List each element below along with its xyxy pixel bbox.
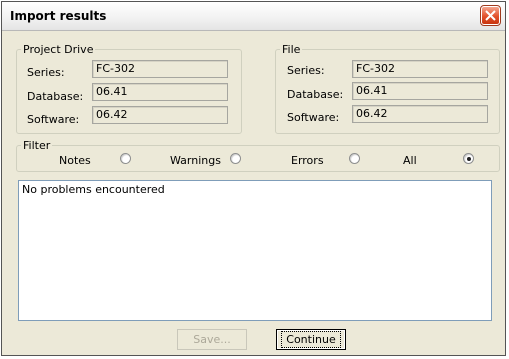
save-button[interactable]: Save... — [177, 329, 247, 350]
continue-button[interactable]: Continue — [276, 329, 346, 350]
filter-all-radio[interactable] — [463, 153, 474, 164]
pd-software-label: Software: — [27, 113, 80, 126]
file-software-field: 06.42 — [352, 105, 488, 123]
results-message: No problems encountered — [22, 183, 165, 196]
pd-database-field: 06.41 — [92, 83, 228, 101]
import-results-dialog: Import results Project Drive Series: FC-… — [1, 1, 506, 356]
file-software-label: Software: — [287, 111, 340, 124]
file-database-label: Database: — [287, 88, 344, 101]
filter-legend: Filter — [23, 139, 51, 152]
file-database-field: 06.41 — [352, 82, 488, 100]
filter-warnings-label: Warnings — [170, 154, 221, 167]
continue-button-label: Continue — [281, 331, 341, 348]
file-series-field: FC-302 — [352, 60, 488, 78]
radio-selected-dot — [466, 156, 471, 161]
close-button[interactable] — [480, 5, 501, 26]
results-list[interactable]: No problems encountered — [18, 180, 492, 321]
pd-series-field: FC-302 — [92, 60, 228, 78]
close-icon — [485, 10, 496, 21]
pd-software-field: 06.42 — [92, 106, 228, 124]
filter-notes-radio[interactable] — [120, 153, 131, 164]
filter-all-label: All — [403, 154, 417, 167]
window-title: Import results — [10, 9, 107, 23]
filter-warnings-radio[interactable] — [230, 153, 241, 164]
filter-errors-label: Errors — [291, 154, 324, 167]
filter-errors-radio[interactable] — [349, 153, 360, 164]
project-drive-legend: Project Drive — [23, 43, 94, 56]
filter-notes-label: Notes — [59, 154, 91, 167]
title-bar[interactable]: Import results — [2, 2, 505, 31]
pd-series-label: Series: — [27, 66, 65, 79]
file-series-label: Series: — [287, 64, 325, 77]
pd-database-label: Database: — [27, 90, 84, 103]
file-legend: File — [282, 43, 301, 56]
save-button-label: Save... — [193, 333, 231, 346]
